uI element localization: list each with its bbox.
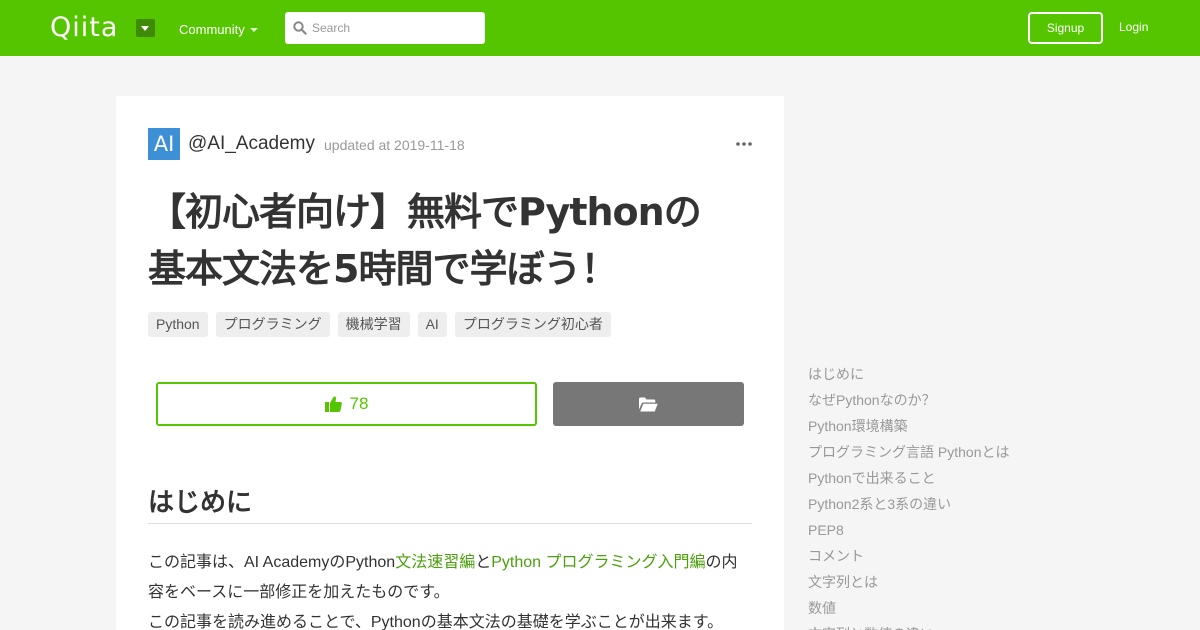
paragraph-text: と bbox=[475, 554, 492, 571]
community-menu[interactable]: Community bbox=[179, 22, 245, 37]
folder-open-icon bbox=[639, 397, 658, 411]
heading-divider bbox=[148, 523, 752, 524]
toc-item[interactable]: 文字列とは bbox=[808, 569, 1168, 595]
toc-item[interactable]: コメント bbox=[808, 543, 1168, 569]
toc-item[interactable]: 数値 bbox=[808, 595, 1168, 621]
paragraph-text: この記事は、AI AcademyのPython bbox=[148, 554, 396, 571]
toc-item[interactable]: なぜPythonなのか？ bbox=[808, 387, 1168, 413]
more-options-icon[interactable] bbox=[736, 142, 752, 146]
table-of-contents: はじめに なぜPythonなのか？ Python環境構築 プログラミング言語 P… bbox=[808, 361, 1168, 630]
toc-item[interactable]: Python2系と3系の違い bbox=[808, 491, 1168, 517]
global-header: Qiita Community Signup Login bbox=[0, 0, 1200, 56]
like-count: 78 bbox=[349, 394, 369, 413]
updated-date: updated at 2019-11-18 bbox=[324, 137, 465, 153]
article-title-line: 【初心者向け】無料でPythonの bbox=[148, 190, 702, 234]
stock-button[interactable] bbox=[553, 382, 744, 426]
toc-item[interactable]: プログラミング言語 Pythonとは bbox=[808, 439, 1168, 465]
logo-dropdown-icon[interactable] bbox=[136, 19, 155, 37]
link-python-intro[interactable]: Python プログラミング入門編 bbox=[491, 554, 705, 571]
signup-button[interactable]: Signup bbox=[1028, 12, 1103, 44]
tag-programming-beginner[interactable]: プログラミング初心者 bbox=[454, 312, 611, 337]
search-icon bbox=[293, 21, 307, 35]
thumbs-up-icon bbox=[324, 396, 342, 412]
tag-machine-learning[interactable]: 機械学習 bbox=[337, 312, 410, 337]
toc-item[interactable]: Pythonで出来ること bbox=[808, 465, 1168, 491]
tag-programming[interactable]: プログラミング bbox=[215, 312, 330, 337]
toc-item[interactable]: はじめに bbox=[808, 361, 1168, 387]
article-title-line: 基本文法を5時間で学ぼう！ bbox=[148, 247, 618, 291]
qiita-logo[interactable]: Qiita bbox=[50, 14, 118, 42]
tag-list: Python プログラミング 機械学習 AI プログラミング初心者 bbox=[148, 312, 611, 337]
author-avatar[interactable]: AI bbox=[148, 128, 180, 160]
tag-python[interactable]: Python bbox=[148, 312, 208, 337]
toc-item[interactable]: 文字列と数値の違い bbox=[808, 621, 1168, 630]
tag-ai[interactable]: AI bbox=[417, 312, 447, 337]
author-username[interactable]: @AI_Academy bbox=[188, 133, 315, 155]
paragraph-text: この記事を読み進めることで、Pythonの基本文法の基礎を学ぶことが出来ます。 bbox=[148, 614, 724, 630]
intro-paragraph: この記事は、AI AcademyのPython文法速習編とPython プログラ… bbox=[148, 548, 752, 630]
link-grammar-crash-course[interactable]: 文法速習編 bbox=[395, 554, 475, 571]
toc-item[interactable]: PEP8 bbox=[808, 517, 1168, 543]
login-link[interactable]: Login bbox=[1119, 20, 1148, 34]
toc-item[interactable]: Python環境構築 bbox=[808, 413, 1168, 439]
section-heading: はじめに bbox=[148, 488, 253, 518]
like-button[interactable]: 78 bbox=[156, 382, 537, 426]
search-input[interactable] bbox=[312, 12, 482, 44]
article-title: 【初心者向け】無料でPythonの 基本文法を5時間で学ぼう！ bbox=[148, 184, 748, 298]
community-caret-icon[interactable] bbox=[250, 28, 258, 32]
